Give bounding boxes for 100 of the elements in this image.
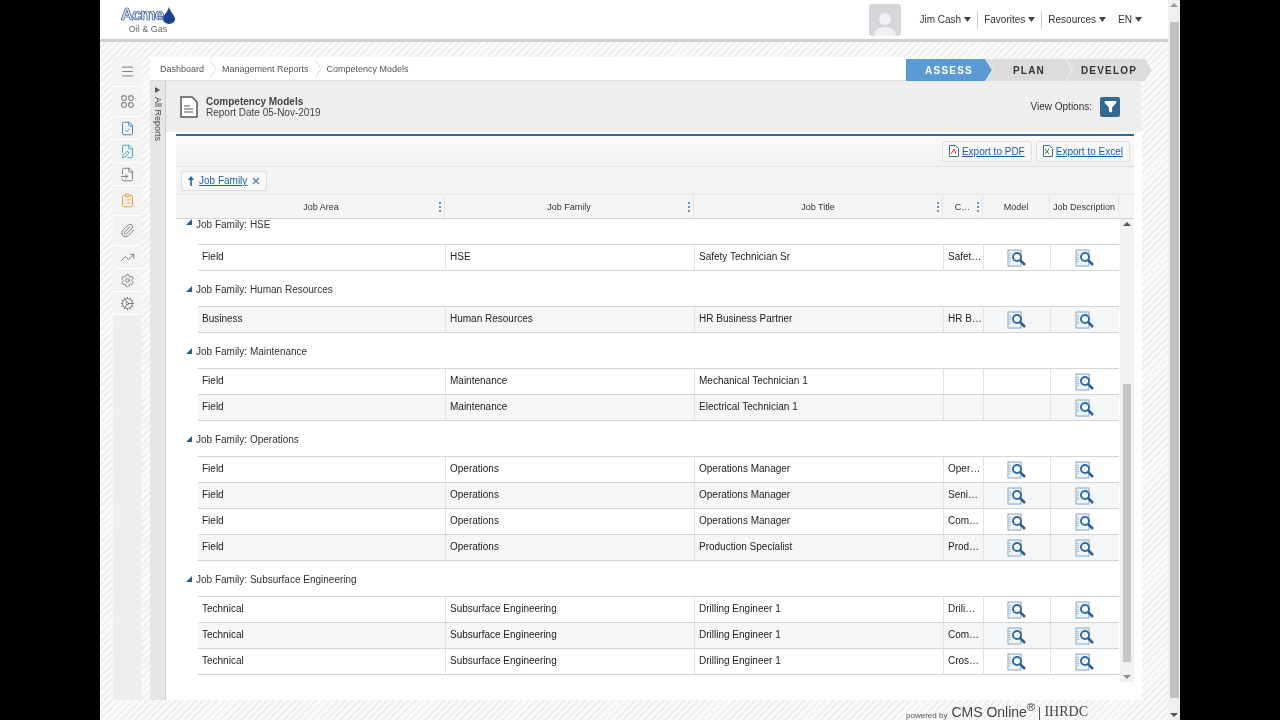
report-title: Competency Models: [206, 95, 305, 107]
document-search-icon: [1075, 627, 1095, 645]
view-description-button[interactable]: [1075, 601, 1095, 619]
export-button[interactable]: Export to PDF: [941, 140, 1032, 162]
table-cell: Cros…: [943, 648, 983, 675]
product-name: CMS Online$^{®}$: [951, 699, 1036, 720]
table-cell: Subsurface Engineering: [445, 648, 694, 675]
view-description-button[interactable]: [1075, 461, 1095, 479]
sidebar-button[interactable]: [113, 117, 142, 140]
sidebar-button[interactable]: [113, 216, 142, 246]
group-label: Job Family: Subsurface Engineering: [196, 573, 357, 585]
column-header[interactable]: C…: [943, 195, 983, 218]
close-icon: [252, 176, 261, 185]
header-menu[interactable]: Resources: [1041, 10, 1113, 29]
view-model-button[interactable]: [1007, 461, 1027, 479]
view-description-button[interactable]: [1075, 513, 1095, 531]
sidebar-button[interactable]: [113, 246, 142, 269]
panel-label[interactable]: All Reports: [152, 97, 163, 141]
document-search-icon: [1075, 487, 1095, 505]
group-link[interactable]: Job Family: [199, 175, 248, 186]
document-search-icon: [1075, 311, 1095, 329]
sidebar-button[interactable]: [113, 292, 142, 315]
expander-icon[interactable]: [186, 436, 192, 442]
document-search-icon: [1007, 311, 1027, 329]
sidebar-button[interactable]: [113, 140, 142, 163]
caret-icon: [1135, 17, 1142, 22]
table-cell: Maintenance: [445, 394, 694, 421]
company-name: IHRDC: [1044, 704, 1088, 720]
document-search-icon: [1007, 513, 1027, 531]
table-cell: Production Specialist: [694, 534, 943, 561]
breadcrumb-link[interactable]: Management Reports: [222, 63, 309, 74]
caret-icon: [1099, 17, 1107, 22]
expander-icon[interactable]: [186, 576, 192, 582]
header-menu[interactable]: Jim Cash: [913, 10, 978, 29]
filter-button[interactable]: [1100, 96, 1120, 117]
view-description-button[interactable]: [1075, 311, 1095, 329]
table-cell: Seni…: [943, 482, 983, 509]
arrow-up-icon[interactable]: [188, 175, 194, 186]
document-search-icon: [1007, 601, 1027, 619]
table-cell: Maintenance: [445, 368, 694, 395]
view-model-button[interactable]: [1007, 513, 1027, 531]
expander-icon[interactable]: [186, 286, 192, 292]
table-cell: HR Business Partner: [694, 306, 943, 333]
settings-icon: [120, 272, 135, 288]
view-model-button[interactable]: [1007, 653, 1027, 671]
column-header[interactable]: Job Family: [445, 195, 694, 218]
close-button[interactable]: [252, 176, 261, 185]
view-description-button[interactable]: [1075, 399, 1095, 417]
view-model-button[interactable]: [1007, 249, 1027, 267]
stage-tab[interactable]: PLAN: [986, 59, 1072, 81]
header-menu[interactable]: Favorites: [977, 10, 1042, 29]
scroll-down-icon[interactable]: [1123, 672, 1131, 682]
column-header[interactable]: Model: [983, 195, 1050, 218]
view-model-button[interactable]: [1007, 601, 1027, 619]
document-search-icon: [1007, 627, 1027, 645]
table-cell: Field: [198, 244, 445, 271]
view-description-button[interactable]: [1075, 627, 1095, 645]
stage-tab[interactable]: DEVELOP: [1066, 59, 1152, 81]
droplet-icon: [163, 5, 176, 24]
view-model-button[interactable]: [1007, 539, 1027, 557]
view-description-button[interactable]: [1075, 487, 1095, 505]
table-cell: Operations: [445, 534, 694, 561]
document-icon: [180, 95, 198, 118]
column-header[interactable]: Job Title: [694, 195, 943, 218]
column-header[interactable]: Job Area: [198, 195, 445, 218]
sidebar-button[interactable]: [113, 87, 142, 117]
scrollbar-thumb[interactable]: [1123, 384, 1131, 662]
view-model-button[interactable]: [1007, 487, 1027, 505]
header-menu[interactable]: EN: [1112, 10, 1148, 29]
breadcrumb-link[interactable]: Dashboard: [160, 63, 205, 74]
document-search-icon: [1007, 461, 1027, 479]
view-model-button[interactable]: [1007, 311, 1027, 329]
table-cell: Drilling Engineer 1: [694, 596, 943, 623]
menu-icon: [120, 64, 135, 79]
view-description-button[interactable]: [1075, 373, 1095, 391]
table-cell: Field: [198, 534, 445, 561]
document-edit-icon: [120, 143, 135, 159]
filter-icon: [1103, 100, 1117, 113]
view-description-button[interactable]: [1075, 249, 1095, 267]
expand-arrow-icon[interactable]: [155, 87, 160, 93]
group-label: Job Family: Human Resources: [196, 283, 333, 295]
breadcrumb-link[interactable]: Competency Models: [326, 63, 409, 74]
logo-text: Acme: [120, 5, 164, 24]
table-cell: Subsurface Engineering: [445, 596, 694, 623]
table-cell: Human Resources: [445, 306, 694, 333]
scroll-down-icon[interactable]: [1170, 710, 1178, 720]
view-options-label: View Options:: [1030, 101, 1092, 112]
scrollbar-thumb[interactable]: [1169, 22, 1179, 698]
document-search-icon: [1075, 513, 1095, 531]
view-description-button[interactable]: [1075, 653, 1095, 671]
column-header[interactable]: Job Description: [1050, 195, 1119, 218]
scroll-up-icon[interactable]: [1123, 219, 1131, 229]
sidebar-button[interactable]: [113, 269, 142, 292]
export-button[interactable]: Export to Excel: [1035, 140, 1130, 162]
clipboard-icon: [120, 193, 135, 208]
view-description-button[interactable]: [1075, 539, 1095, 557]
table-cell: Operations: [445, 456, 694, 483]
expander-icon[interactable]: [186, 348, 192, 354]
view-model-button[interactable]: [1007, 627, 1027, 645]
sidebar-button[interactable]: [113, 163, 142, 186]
